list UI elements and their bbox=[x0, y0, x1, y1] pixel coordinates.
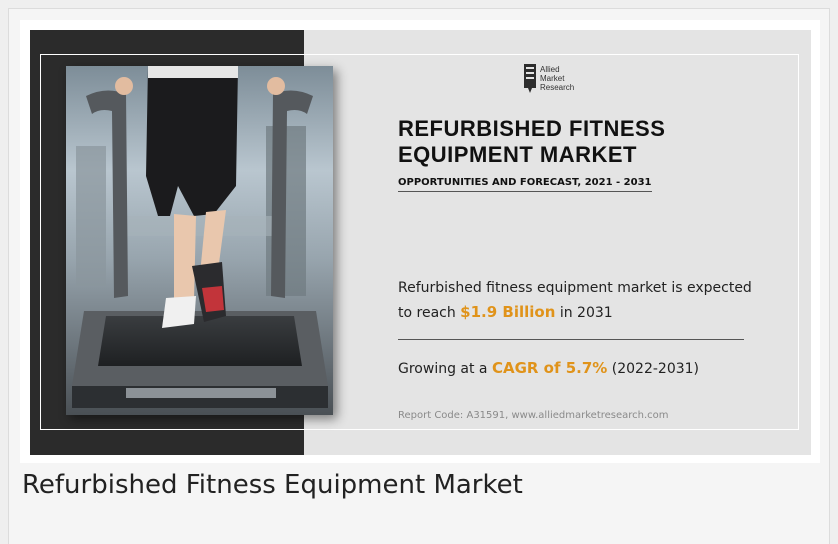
figure-caption: Refurbished Fitness Equipment Market bbox=[22, 470, 523, 500]
person-running-on-treadmill-photo bbox=[66, 66, 333, 415]
growth-stat-value: CAGR of 5.7% bbox=[491, 359, 608, 377]
banner-title: REFURBISHED FITNESS EQUIPMENT MARKET bbox=[398, 116, 666, 167]
growth-stat-prefix: Growing at a bbox=[398, 361, 492, 377]
infographic-banner: Allied Market Research REFURBISHED FITNE… bbox=[30, 30, 811, 455]
brand-logo: Allied Market Research bbox=[524, 64, 604, 108]
section-divider bbox=[398, 339, 744, 340]
brand-line-3: Research bbox=[540, 83, 575, 92]
brand-line-2: Market bbox=[540, 74, 565, 83]
market-stat-suffix: in 2031 bbox=[555, 305, 613, 321]
treadmill-photo bbox=[66, 66, 333, 415]
report-code: Report Code: A31591, www.alliedmarketres… bbox=[398, 410, 669, 421]
growth-stat-suffix: (2022-2031) bbox=[607, 361, 700, 377]
growth-rate-statement: Growing at a CAGR of 5.7% (2022-2031) bbox=[398, 357, 778, 380]
market-value-statement: Refurbished fitness equipment market is … bbox=[398, 276, 758, 325]
allied-market-research-logo bbox=[524, 64, 536, 93]
brand-name: Allied Market Research bbox=[540, 65, 574, 92]
market-stat-value: $1.9 Billion bbox=[460, 303, 556, 321]
banner-subtitle: OPPORTUNITIES AND FORECAST, 2021 - 2031 bbox=[398, 177, 652, 192]
brand-line-1: Allied bbox=[540, 65, 560, 74]
